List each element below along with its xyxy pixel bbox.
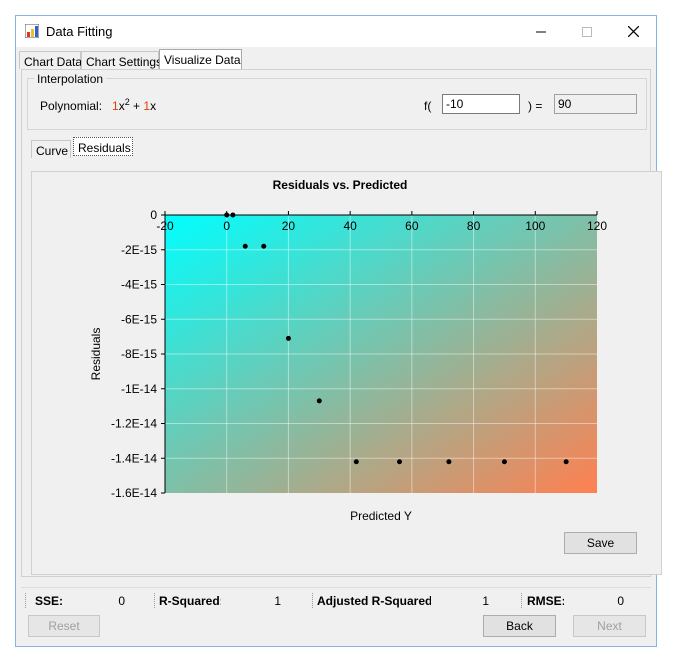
data-point	[446, 459, 452, 465]
r-squared-label: R-Squared:	[159, 594, 224, 608]
y-axis-label: Residuals	[89, 328, 103, 381]
polynomial-label: Polynomial:	[40, 99, 103, 113]
separator	[154, 593, 156, 608]
back-button[interactable]: Back	[483, 615, 556, 637]
y-tick-label: -4E-15	[121, 278, 157, 292]
stats-bar: SSE: 0 R-Squared: 1 Adjusted R-Squared: …	[21, 587, 651, 612]
maximize-button	[564, 16, 610, 47]
residuals-chart: Residuals vs. Predicted -20 0 20 40 60 80 100 1…	[89, 178, 607, 523]
rmse-value: 0	[564, 592, 624, 610]
data-point	[224, 212, 230, 218]
y-tick-label: -6E-15	[121, 312, 157, 326]
y-tick-label: -1.4E-14	[111, 451, 157, 465]
x-axis-label: Predicted Y	[350, 509, 412, 523]
data-point	[285, 335, 291, 341]
separator	[521, 593, 523, 608]
tab-visualize-data[interactable]: Visualize Data	[159, 49, 242, 70]
reset-button[interactable]: Reset	[28, 615, 100, 637]
tab-residuals[interactable]: Residuals	[73, 137, 133, 156]
save-button[interactable]: Save	[564, 532, 637, 554]
title-bar: Data Fitting	[16, 16, 656, 47]
f-label: f(	[424, 99, 432, 113]
app-window: Data Fitting Chart Data Chart Settings V…	[15, 15, 662, 647]
data-point	[501, 459, 507, 465]
rmse-label: RMSE:	[527, 594, 566, 608]
x-tick-label: 20	[282, 219, 296, 233]
data-point	[563, 459, 569, 465]
window-title: Data Fitting	[46, 24, 113, 39]
x-tick-label: 100	[525, 219, 545, 233]
y-axis-ticks: 0 -2E-15 -4E-15 -6E-15 -8E-15 -1E-14 -1.2E-14 -…	[111, 208, 165, 500]
tab-chart-data[interactable]: Chart Data	[19, 51, 82, 69]
adjusted-r-squared-label: Adjusted R-Squared:	[317, 594, 437, 608]
data-point	[242, 243, 248, 249]
x-tick-label: 40	[343, 219, 357, 233]
data-point	[261, 243, 267, 249]
y-tick-label: 0	[150, 208, 157, 222]
adjusted-r-squared-value: 1	[431, 592, 489, 610]
result-field: 90	[554, 94, 637, 114]
next-button[interactable]: Next	[573, 615, 646, 637]
equals-label: ) =	[528, 99, 543, 113]
y-tick-label: -2E-15	[121, 243, 157, 257]
data-point	[397, 459, 403, 465]
data-point	[316, 398, 322, 404]
x-tick-label: 80	[467, 219, 481, 233]
separator	[312, 593, 314, 608]
r-squared-value: 1	[221, 592, 281, 610]
y-tick-label: -8E-15	[121, 347, 157, 361]
f-input[interactable]: -10	[442, 94, 520, 114]
polynomial-expression: 1x2 + 1x	[112, 97, 156, 113]
x-tick-label: 120	[587, 219, 607, 233]
poly-coefficient-1: 1	[112, 99, 119, 113]
close-button[interactable]	[610, 16, 656, 47]
x-tick-label: 60	[405, 219, 419, 233]
y-tick-label: -1E-14	[121, 382, 157, 396]
maximize-icon	[582, 26, 592, 37]
sse-label: SSE:	[35, 594, 64, 608]
data-point	[230, 212, 236, 218]
x-tick-label: 0	[223, 219, 230, 233]
y-tick-label: -1.2E-14	[111, 417, 157, 431]
minimize-icon	[536, 31, 546, 32]
minimize-button[interactable]	[518, 16, 564, 47]
interpolation-legend: Interpolation	[34, 72, 107, 86]
poly-term-x: x	[150, 99, 157, 113]
data-point	[353, 459, 359, 465]
separator	[25, 593, 27, 608]
sse-value: 0	[65, 592, 125, 610]
close-icon	[627, 26, 639, 37]
chart-title: Residuals vs. Predicted	[273, 178, 408, 192]
tab-curve[interactable]: Curve	[31, 140, 71, 158]
poly-exponent: 2	[124, 97, 130, 107]
app-icon	[25, 24, 39, 38]
tab-chart-settings[interactable]: Chart Settings	[81, 51, 162, 69]
poly-plus: +	[133, 99, 141, 113]
y-tick-label: -1.6E-14	[111, 486, 157, 500]
